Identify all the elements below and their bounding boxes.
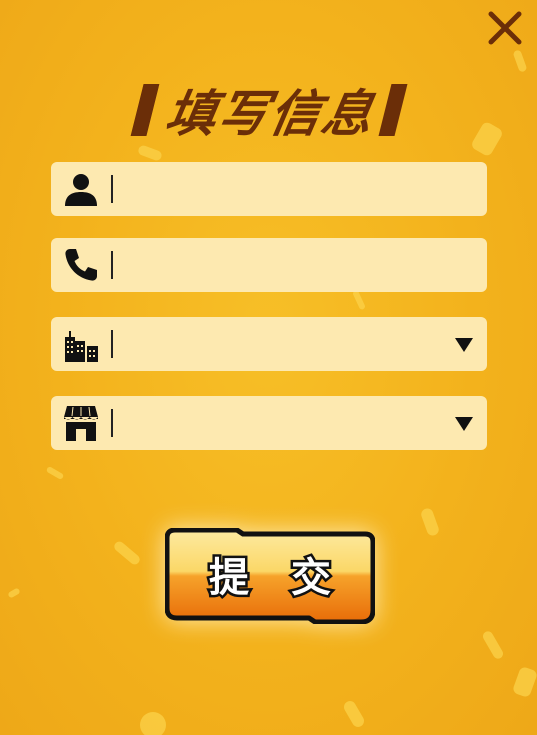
name-input[interactable] <box>117 162 451 218</box>
confetti-decoration <box>112 539 142 567</box>
confetti-decoration <box>481 629 505 661</box>
text-caret <box>111 330 113 358</box>
person-icon <box>65 174 97 206</box>
name-field[interactable] <box>51 162 487 218</box>
phone-icon <box>65 249 97 281</box>
title-slash-left <box>130 84 159 136</box>
form-dialog: 填写信息 提 交 <box>0 0 537 735</box>
phone-field[interactable] <box>51 238 487 294</box>
title-row: 填写信息 <box>0 78 537 143</box>
confetti-decoration <box>137 144 163 162</box>
text-caret <box>111 409 113 437</box>
confetti-decoration <box>45 465 65 481</box>
dialog-title: 填写信息 <box>160 85 379 143</box>
confetti-decoration <box>511 665 537 699</box>
submit-button[interactable]: 提 交 <box>165 528 375 624</box>
store-select[interactable] <box>51 396 487 450</box>
confetti-decoration <box>140 712 166 735</box>
confetti-decoration <box>419 506 441 538</box>
text-caret <box>111 175 113 203</box>
title-slash-right <box>378 84 407 136</box>
confetti-decoration <box>512 49 528 73</box>
confetti-decoration <box>341 698 367 730</box>
chevron-down-icon[interactable] <box>455 417 473 431</box>
close-icon[interactable] <box>485 8 525 48</box>
submit-label: 提 交 <box>207 553 345 604</box>
city-select[interactable] <box>51 317 487 371</box>
phone-input[interactable] <box>117 238 451 294</box>
storefront-icon <box>64 406 98 441</box>
text-caret <box>111 251 113 279</box>
buildings-icon <box>65 331 98 362</box>
chevron-down-icon[interactable] <box>455 338 473 352</box>
confetti-decoration <box>7 587 21 599</box>
